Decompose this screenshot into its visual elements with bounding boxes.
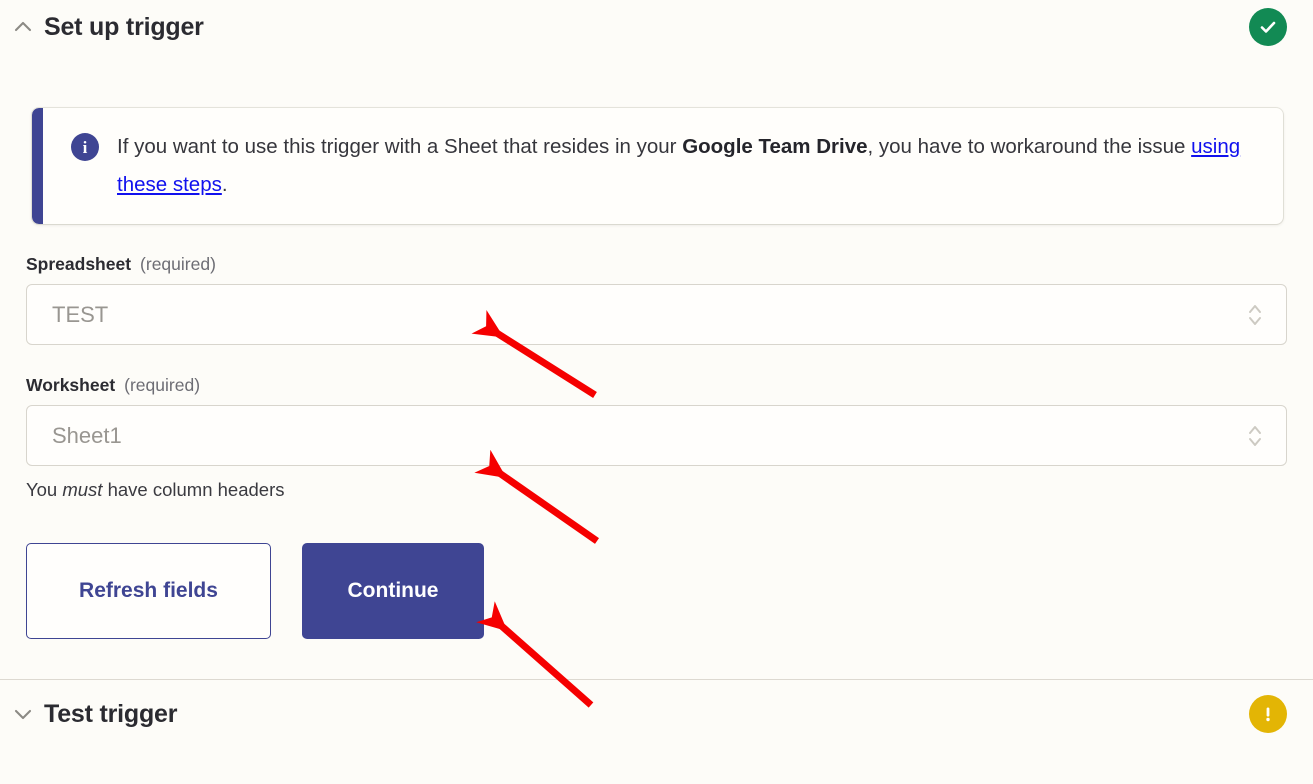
field-spreadsheet: Spreadsheet (required) TEST — [26, 254, 1287, 345]
refresh-fields-button[interactable]: Refresh fields — [26, 543, 271, 639]
info-icon: i — [71, 133, 99, 161]
field-label-worksheet: Worksheet (required) — [26, 375, 1287, 396]
exclamation-circle-icon — [1249, 695, 1287, 733]
info-banner: i If you want to use this trigger with a… — [32, 108, 1283, 224]
check-circle-icon — [1249, 8, 1287, 46]
field-label-text: Worksheet — [26, 375, 116, 395]
hint-before: You — [26, 479, 63, 500]
hint-emphasis: must — [62, 479, 103, 500]
field-label-spreadsheet: Spreadsheet (required) — [26, 254, 1287, 275]
info-text-bold: Google Team Drive — [682, 135, 868, 158]
chevron-up-down-icon[interactable] — [1246, 421, 1264, 451]
worksheet-hint: You must have column headers — [26, 479, 1287, 501]
button-row: Refresh fields Continue — [26, 543, 1287, 679]
chevron-down-icon[interactable] — [8, 699, 38, 729]
field-required-text: (required) — [124, 375, 201, 395]
field-worksheet: Worksheet (required) Sheet1 You must have… — [26, 375, 1287, 501]
info-text-middle: , you have to workaround the issue — [867, 135, 1192, 158]
field-label-text: Spreadsheet — [26, 254, 132, 274]
info-banner-accent-bar — [32, 108, 43, 224]
info-text-after: . — [221, 173, 228, 196]
section-header-test-trigger[interactable]: Test trigger — [0, 680, 1313, 748]
field-required-text: (required) — [140, 254, 216, 274]
continue-button[interactable]: Continue — [302, 543, 484, 639]
spreadsheet-select-value: TEST — [52, 301, 109, 327]
spreadsheet-select[interactable]: TEST — [26, 284, 1287, 345]
info-text-before: If you want to use this trigger with a S… — [117, 135, 683, 158]
hint-after: have column headers — [102, 479, 285, 500]
info-banner-text: If you want to use this trigger with a S… — [117, 128, 1253, 204]
page-title: Set up trigger — [44, 12, 204, 41]
worksheet-select-value: Sheet1 — [52, 422, 122, 448]
worksheet-select[interactable]: Sheet1 — [26, 405, 1287, 466]
setup-trigger-body: i If you want to use this trigger with a… — [0, 108, 1313, 679]
chevron-up-icon[interactable] — [8, 12, 38, 42]
test-trigger-title: Test trigger — [44, 699, 178, 728]
chevron-up-down-icon[interactable] — [1246, 300, 1264, 330]
section-header-setup-trigger[interactable]: Set up trigger — [0, 0, 1313, 48]
